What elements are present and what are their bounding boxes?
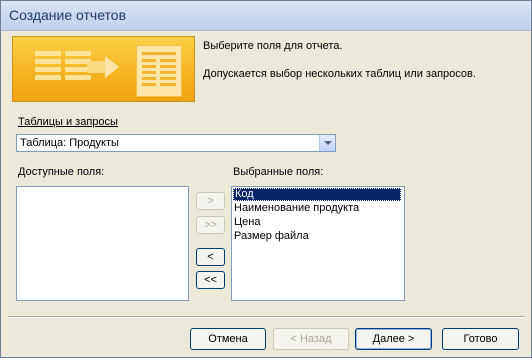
remove-field-button[interactable]: <: [196, 248, 225, 266]
intro-text-2: Допускается выбор нескольких таблиц или …: [203, 68, 476, 80]
tables-queries-label: Таблицы и запросы: [18, 116, 118, 128]
selected-fields-list[interactable]: Код Наименование продукта Цена Размер фа…: [231, 186, 405, 301]
selected-fields-label: Выбранные поля:: [233, 166, 324, 178]
list-item[interactable]: Размер файла: [234, 230, 309, 243]
chevron-down-icon[interactable]: [319, 135, 335, 151]
cancel-button[interactable]: Отмена: [190, 328, 266, 350]
list-item[interactable]: Цена: [234, 216, 260, 229]
list-item[interactable]: Наименование продукта: [234, 202, 359, 215]
arrow-shaft-icon: [87, 61, 107, 73]
tables-queries-value: Таблица: Продукты: [20, 137, 119, 149]
available-fields-list[interactable]: [16, 186, 189, 301]
next-button[interactable]: Далее >: [355, 328, 432, 350]
remove-all-fields-button[interactable]: <<: [196, 271, 225, 289]
wizard-illustration: [12, 36, 195, 102]
title-bar[interactable]: Создание отчетов: [1, 1, 531, 31]
intro-text-1: Выберите поля для отчета.: [203, 40, 343, 52]
add-field-button[interactable]: >: [196, 192, 225, 210]
available-fields-label: Доступные поля:: [18, 166, 105, 178]
footer-divider: [8, 316, 524, 318]
list-item[interactable]: Код: [233, 188, 401, 201]
add-all-fields-button[interactable]: >>: [196, 216, 225, 234]
report-page-icon: [136, 45, 182, 97]
tables-queries-combo[interactable]: Таблица: Продукты: [16, 134, 336, 152]
arrow-right-icon: [105, 56, 119, 78]
window-title: Создание отчетов: [9, 7, 127, 23]
finish-button[interactable]: Готово: [442, 328, 519, 350]
table-graphic-icon: [35, 51, 93, 81]
back-button[interactable]: < Назад: [273, 328, 349, 350]
